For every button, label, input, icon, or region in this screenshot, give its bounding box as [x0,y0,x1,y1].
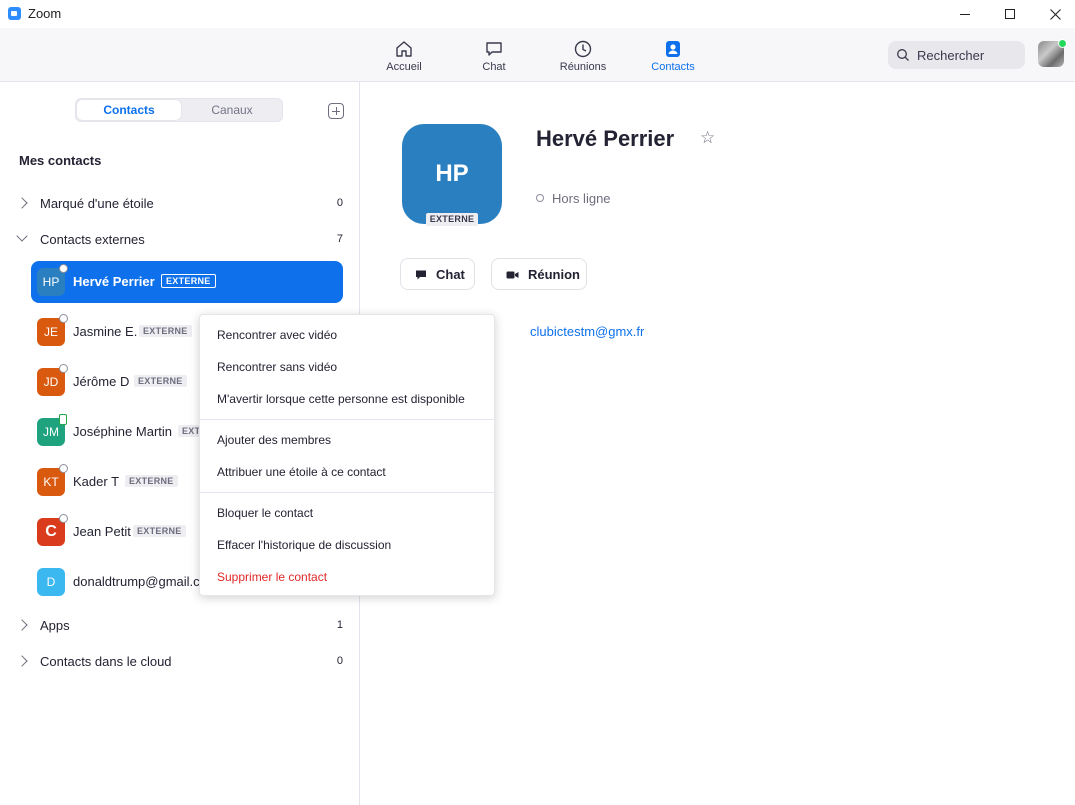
chevron-right-icon [16,655,28,667]
group-external[interactable]: Contacts externes 7 [0,225,360,255]
zoom-logo-icon [8,7,21,20]
online-status-icon [1058,39,1067,48]
menu-item-delete-contact[interactable]: Supprimer le contact [217,570,327,584]
top-navigation: Accueil Chat Réunions Contacts Recherche… [0,28,1075,82]
contact-name: Joséphine Martin [73,424,172,439]
contact-name: donaldtrump@gmail.c [73,574,200,589]
maximize-button[interactable] [987,0,1033,28]
offline-status-icon [59,314,68,323]
external-badge: EXTERNE [125,475,178,487]
menu-item-meet-without-video[interactable]: Rencontrer sans vidéo [217,360,337,374]
group-apps-count: 1 [336,619,343,631]
menu-divider [200,419,494,420]
segment-control: Contacts Canaux [75,98,283,122]
contact-name: Jérôme D [73,374,130,389]
profile-name: Hervé Perrier [536,126,675,151]
contact-name: Hervé Perrier [73,274,155,289]
group-cloud-label: Contacts dans le cloud [40,654,172,669]
menu-item-notify-available[interactable]: M'avertir lorsque cette personne est dis… [217,392,465,406]
group-apps-label: Apps [40,618,70,633]
menu-item-star-contact[interactable]: Attribuer une étoile à ce contact [217,465,386,479]
clock-icon [574,40,592,58]
group-cloud-count: 0 [336,655,343,667]
search-field[interactable]: Rechercher [888,41,1025,69]
tab-chat[interactable]: Chat [458,28,530,82]
add-contact-button[interactable] [328,103,344,119]
tab-meetings-label: Réunions [559,61,607,73]
group-starred-label: Marqué d'une étoile [40,196,154,211]
chevron-right-icon [16,197,28,209]
user-avatar[interactable] [1038,39,1067,67]
title-bar: Zoom [0,0,1075,28]
minimize-button[interactable] [942,0,988,28]
offline-status-icon [59,464,68,473]
offline-status-icon [59,514,68,523]
menu-item-clear-history[interactable]: Effacer l'historique de discussion [217,538,391,552]
chat-button-label: Chat [436,267,465,282]
mobile-status-icon [59,414,67,425]
window-title: Zoom [28,6,62,21]
group-starred-count: 0 [336,197,343,209]
external-badge: EXTERNE [139,325,192,337]
contact-item[interactable]: HP Hervé Perrier EXTERNE [31,261,343,303]
tab-chat-label: Chat [482,61,506,73]
home-icon [396,41,412,57]
menu-item-meet-with-video[interactable]: Rencontrer avec vidéo [217,328,337,342]
profile-avatar: HP [402,124,502,224]
meeting-button[interactable]: Réunion [491,258,587,290]
segment-channels[interactable]: Canaux [180,100,284,120]
chat-button[interactable]: Chat [400,258,475,290]
group-external-count: 7 [336,233,343,245]
external-badge: EXTERNE [134,375,187,387]
contact-name: Kader T [73,474,120,489]
contact-name: Jean Petit [73,524,131,539]
meeting-button-label: Réunion [528,267,580,282]
group-external-label: Contacts externes [40,232,145,247]
tab-meetings[interactable]: Réunions [547,28,619,82]
chevron-right-icon [16,619,28,631]
external-badge: EXTERNE [133,525,186,537]
tab-contacts[interactable]: Contacts [637,28,709,82]
profile-external-badge: EXTERNE [426,213,478,226]
contacts-icon [666,41,680,57]
group-starred[interactable]: Marqué d'une étoile 0 [0,189,360,219]
external-badge: EXTERNE [161,274,216,288]
close-button[interactable] [1032,0,1075,28]
chevron-down-icon [16,230,28,242]
star-icon[interactable]: ☆ [700,128,715,148]
close-icon [1049,8,1061,20]
menu-item-add-members[interactable]: Ajouter des membres [217,433,331,447]
menu-divider [200,492,494,493]
offline-status-icon [59,264,68,273]
group-apps[interactable]: Apps 1 [0,611,360,641]
tab-home-label: Accueil [386,61,422,73]
video-camera-icon [506,271,519,279]
search-icon [897,49,909,61]
segment-contacts[interactable]: Contacts [77,100,181,120]
offline-status-icon [59,364,68,373]
contact-name: Jasmine E. [73,324,138,339]
context-menu: Rencontrer avec vidéo Rencontrer sans vi… [199,314,495,596]
offline-status-icon [536,194,544,202]
tab-contacts-label: Contacts [651,61,695,73]
section-title: Mes contacts [19,153,102,168]
search-label: Rechercher [917,48,985,63]
email-link[interactable]: clubictestm@gmx.fr [530,324,644,339]
menu-item-block-contact[interactable]: Bloquer le contact [217,506,313,520]
chat-icon [486,42,502,56]
contact-avatar: D [37,568,65,596]
chat-bubble-icon [416,270,426,280]
group-cloud[interactable]: Contacts dans le cloud 0 [0,647,360,677]
presence-status: Hors ligne [552,191,611,206]
tab-home[interactable]: Accueil [368,28,440,82]
